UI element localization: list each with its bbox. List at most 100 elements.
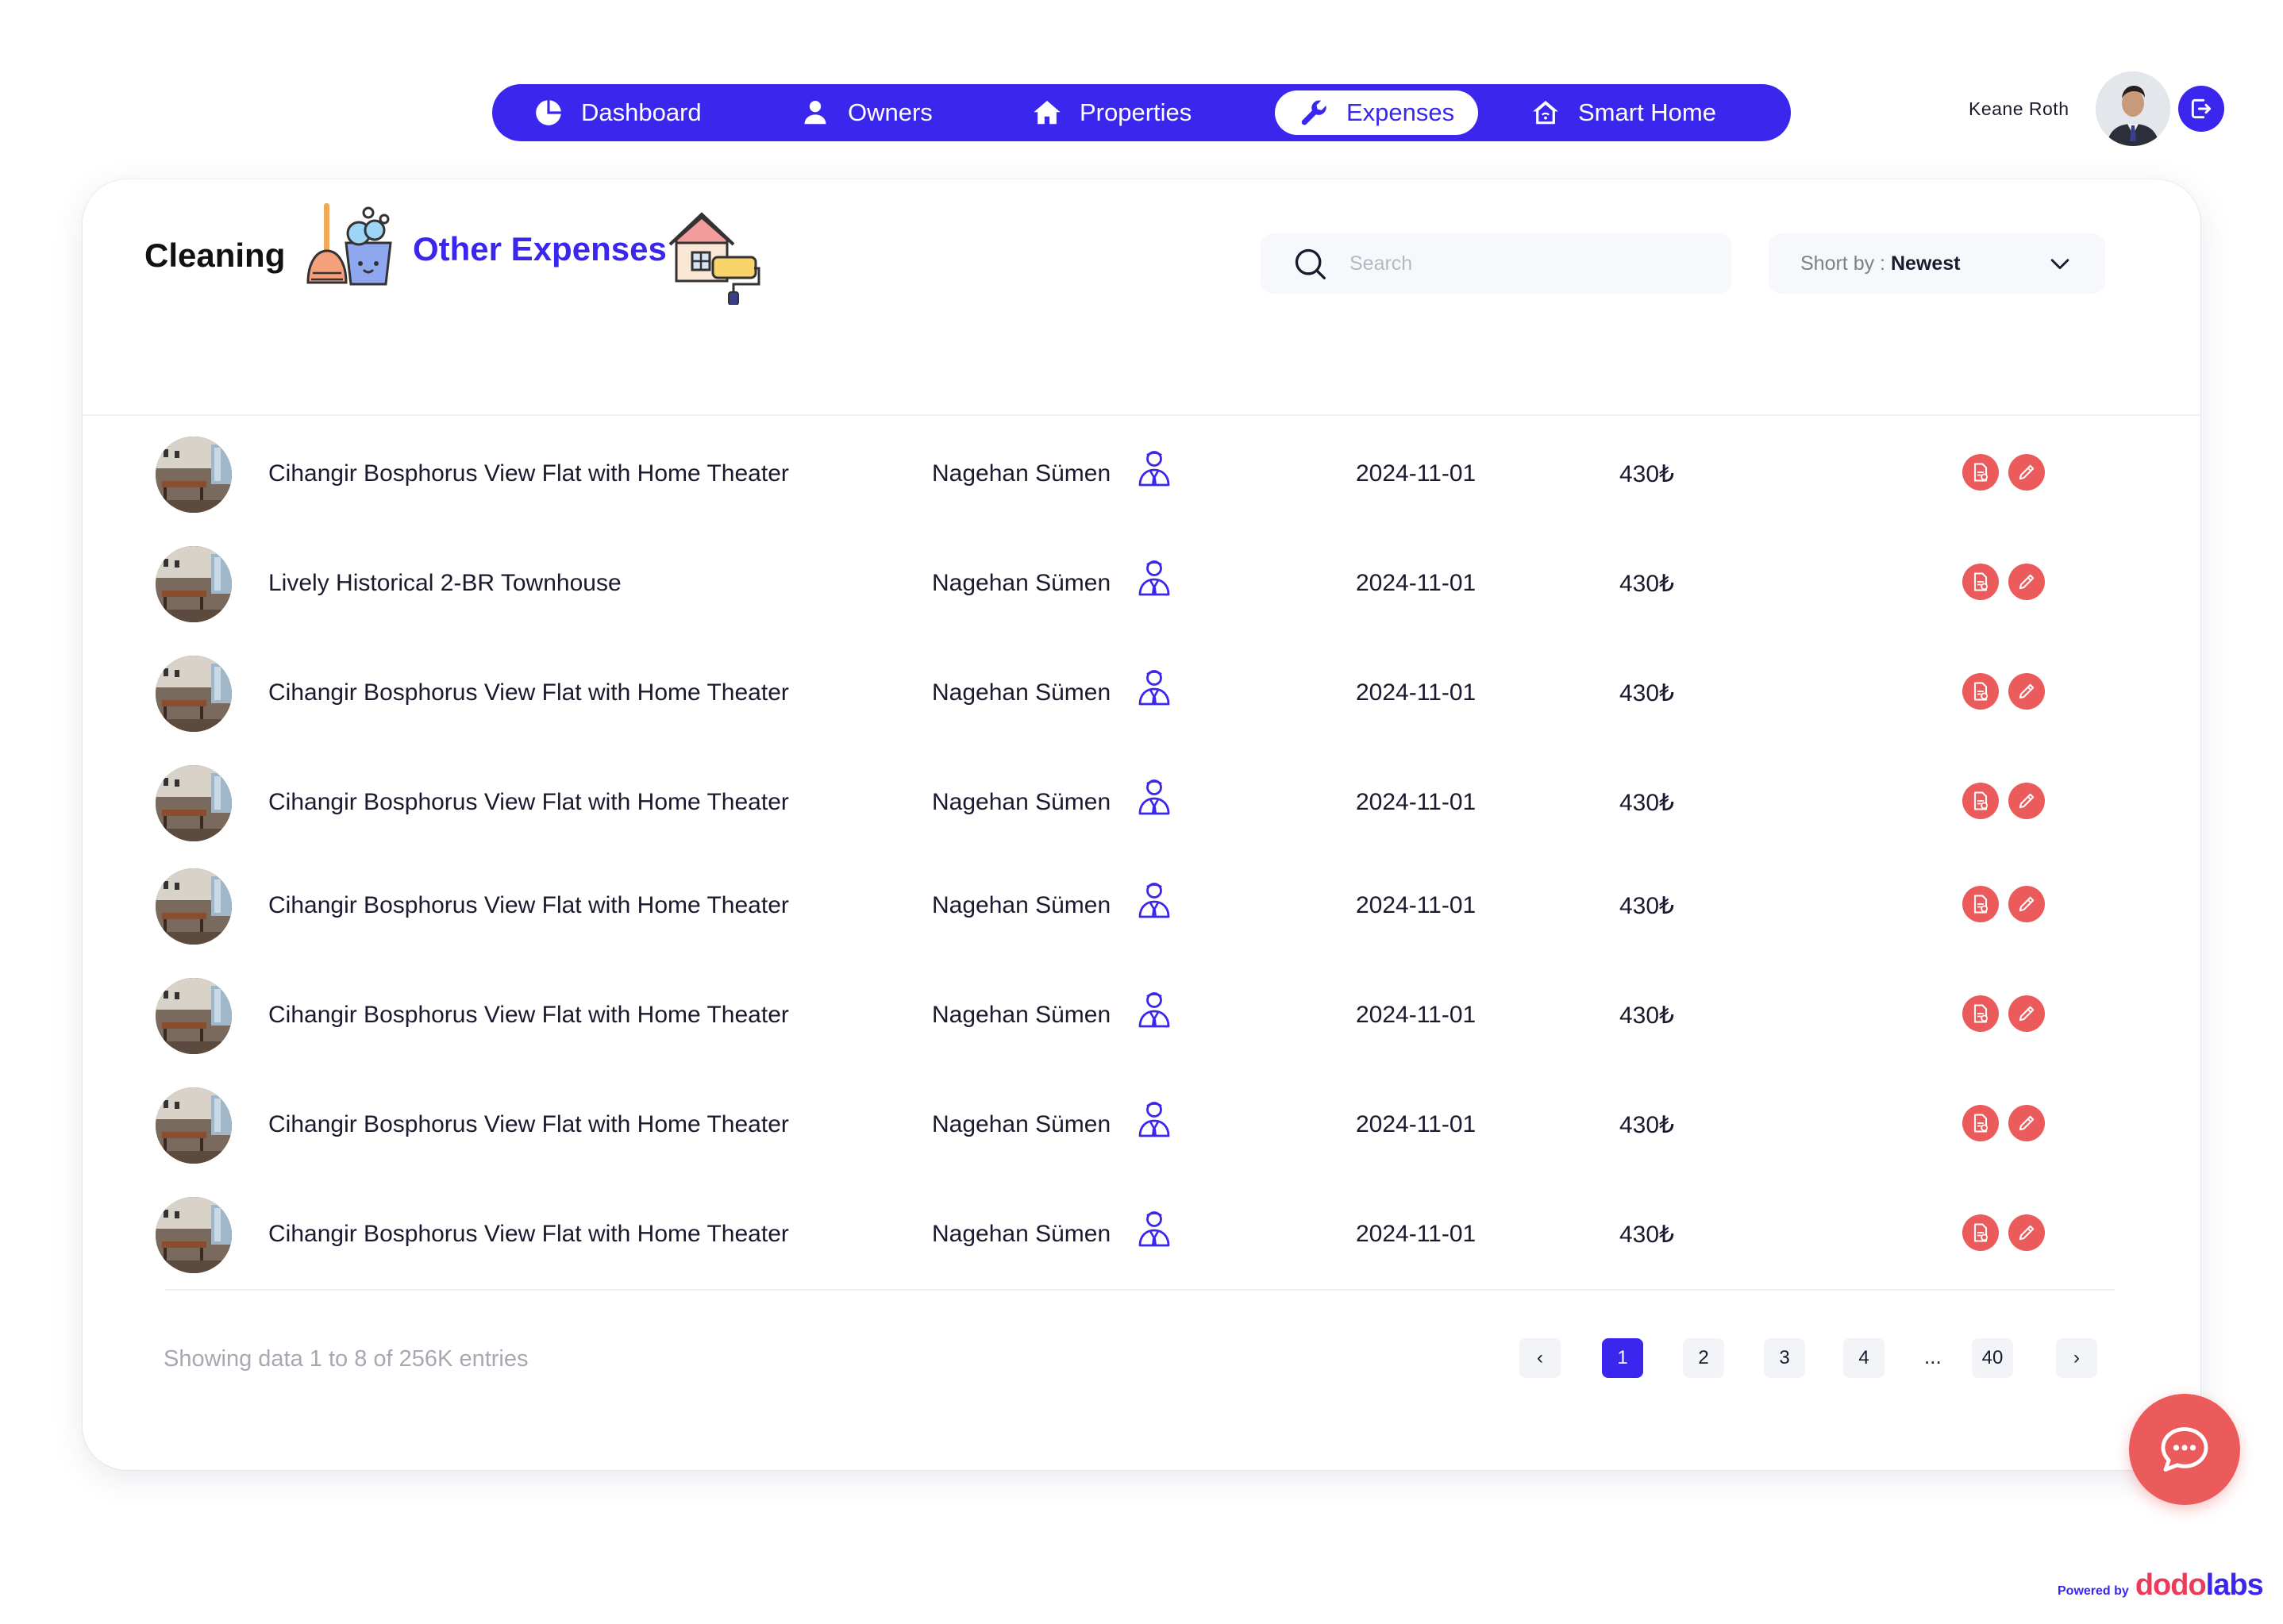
nav-smart-home[interactable]: Smart Home xyxy=(1507,90,1740,135)
property-name[interactable]: Cihangir Bosphorus View Flat with Home T… xyxy=(268,1221,789,1248)
table-row[interactable]: Cihangir Bosphorus View Flat with Home T… xyxy=(0,1084,2283,1172)
tab-other-expenses[interactable]: Other Expenses xyxy=(413,230,667,268)
property-name[interactable]: Lively Historical 2-BR Townhouse xyxy=(268,570,622,597)
edit-button[interactable] xyxy=(2008,1105,2045,1141)
pdf-button[interactable] xyxy=(1962,1105,1999,1141)
owner-name: Nagehan Sümen xyxy=(932,570,1111,596)
expense-date: 2024-11-01 xyxy=(1356,1221,1476,1247)
expense-amount: 430₺ xyxy=(1619,1222,1675,1248)
pdf-button[interactable] xyxy=(1962,1214,1999,1251)
table-row[interactable]: Cihangir Bosphorus View Flat with Home T… xyxy=(0,865,2283,952)
pencil-icon xyxy=(2019,574,2035,590)
table-row[interactable]: Cihangir Bosphorus View Flat with Home T… xyxy=(0,762,2283,849)
table-row[interactable]: Cihangir Bosphorus View Flat with Home T… xyxy=(0,652,2283,740)
property-name[interactable]: Cihangir Bosphorus View Flat with Home T… xyxy=(268,892,789,919)
nav-owners[interactable]: Owners xyxy=(776,90,957,135)
nav-properties-label: Properties xyxy=(1080,98,1192,126)
logout-button[interactable] xyxy=(2178,86,2224,132)
property-name[interactable]: Cihangir Bosphorus View Flat with Home T… xyxy=(268,679,789,706)
property-photo-icon xyxy=(156,1087,232,1164)
property-name[interactable]: Cihangir Bosphorus View Flat with Home T… xyxy=(268,789,789,816)
owner-name: Nagehan Sümen xyxy=(932,1002,1111,1028)
edit-button[interactable] xyxy=(2008,995,2045,1032)
pencil-icon xyxy=(2019,683,2035,699)
nav-expenses[interactable]: Expenses xyxy=(1275,90,1479,135)
search-box[interactable] xyxy=(1261,233,1732,294)
nav-dashboard-label: Dashboard xyxy=(581,98,702,126)
pdf-file-icon xyxy=(1973,463,1988,482)
property-thumbnail xyxy=(156,437,232,513)
pdf-file-icon xyxy=(1973,572,1988,591)
expense-date: 2024-11-01 xyxy=(1356,1002,1476,1028)
owner-name: Nagehan Sümen xyxy=(932,460,1111,487)
pdf-button[interactable] xyxy=(1962,673,1999,710)
expense-amount: 430₺ xyxy=(1619,1112,1675,1138)
edit-button[interactable] xyxy=(2008,564,2045,600)
page-prev-button[interactable]: ‹ xyxy=(1519,1338,1561,1378)
main-nav: Dashboard Owners Properties Expenses Sma… xyxy=(492,84,1791,141)
page-next-button[interactable]: › xyxy=(2056,1338,2097,1378)
page-button-4[interactable]: 4 xyxy=(1843,1338,1885,1378)
expense-amount: 430₺ xyxy=(1619,1002,1675,1029)
pencil-icon xyxy=(2019,1225,2035,1241)
person-icon xyxy=(804,100,826,125)
property-name[interactable]: Cihangir Bosphorus View Flat with Home T… xyxy=(268,1111,789,1138)
cleaning-bucket-icon xyxy=(306,203,392,286)
pdf-button[interactable] xyxy=(1962,886,1999,922)
tab-cleaning[interactable]: Cleaning xyxy=(144,237,285,275)
expense-date: 2024-11-01 xyxy=(1356,892,1476,918)
user-avatar[interactable] xyxy=(2096,71,2170,146)
page-button-3[interactable]: 3 xyxy=(1764,1338,1805,1378)
user-name: Keane Roth xyxy=(1969,98,2069,119)
pdf-button[interactable] xyxy=(1962,564,1999,600)
table-row[interactable]: Cihangir Bosphorus View Flat with Home T… xyxy=(0,975,2283,1062)
property-name[interactable]: Cihangir Bosphorus View Flat with Home T… xyxy=(268,1002,789,1029)
page-button-2[interactable]: 2 xyxy=(1683,1338,1724,1378)
pdf-file-icon xyxy=(1973,682,1988,701)
property-name[interactable]: Cihangir Bosphorus View Flat with Home T… xyxy=(268,460,789,487)
owner-badge-icon[interactable] xyxy=(1137,557,1172,597)
edit-button[interactable] xyxy=(2008,783,2045,819)
owner-badge-icon[interactable] xyxy=(1137,879,1172,919)
edit-button[interactable] xyxy=(2008,673,2045,710)
smart-home-icon xyxy=(1533,100,1558,125)
owner-badge-icon[interactable] xyxy=(1137,1208,1172,1248)
property-thumbnail xyxy=(156,656,232,732)
pdf-button[interactable] xyxy=(1962,454,1999,491)
chat-bubble-icon xyxy=(2161,1427,2208,1472)
page-button-1[interactable]: 1 xyxy=(1602,1338,1643,1378)
house-paint-roller-icon xyxy=(668,212,760,305)
owner-badge-icon[interactable] xyxy=(1137,448,1172,487)
owner-badge-icon[interactable] xyxy=(1137,989,1172,1029)
expense-date: 2024-11-01 xyxy=(1356,570,1476,596)
logout-icon xyxy=(2191,98,2212,119)
pdf-button[interactable] xyxy=(1962,783,1999,819)
pdf-file-icon xyxy=(1973,1114,1988,1133)
search-input[interactable] xyxy=(1349,252,1683,275)
pdf-button[interactable] xyxy=(1962,995,1999,1032)
header-divider xyxy=(83,414,2200,416)
nav-properties[interactable]: Properties xyxy=(1008,90,1215,135)
edit-button[interactable] xyxy=(2008,886,2045,922)
sort-dropdown[interactable]: Short by : Newest xyxy=(1769,233,2105,294)
pencil-icon xyxy=(2019,1006,2035,1022)
owner-badge-icon[interactable] xyxy=(1137,1099,1172,1138)
search-icon xyxy=(1295,248,1326,279)
owner-badge-icon[interactable] xyxy=(1137,776,1172,816)
property-thumbnail xyxy=(156,546,232,622)
page-ellipsis: ... xyxy=(1924,1345,1942,1368)
owner-badge-icon[interactable] xyxy=(1137,667,1172,706)
chat-button[interactable] xyxy=(2129,1394,2240,1505)
edit-button[interactable] xyxy=(2008,454,2045,491)
edit-button[interactable] xyxy=(2008,1214,2045,1251)
page-button-last[interactable]: 40 xyxy=(1972,1338,2013,1378)
table-row[interactable]: Cihangir Bosphorus View Flat with Home T… xyxy=(0,1194,2283,1281)
table-row[interactable]: Cihangir Bosphorus View Flat with Home T… xyxy=(0,433,2283,521)
expense-date: 2024-11-01 xyxy=(1356,789,1476,815)
nav-dashboard[interactable]: Dashboard xyxy=(510,90,726,135)
footer-divider xyxy=(165,1289,2115,1291)
owner-name: Nagehan Sümen xyxy=(932,892,1111,918)
table-row[interactable]: Lively Historical 2-BR Townhouse Nagehan… xyxy=(0,543,2283,630)
owner-name: Nagehan Sümen xyxy=(932,789,1111,815)
property-thumbnail xyxy=(156,765,232,841)
